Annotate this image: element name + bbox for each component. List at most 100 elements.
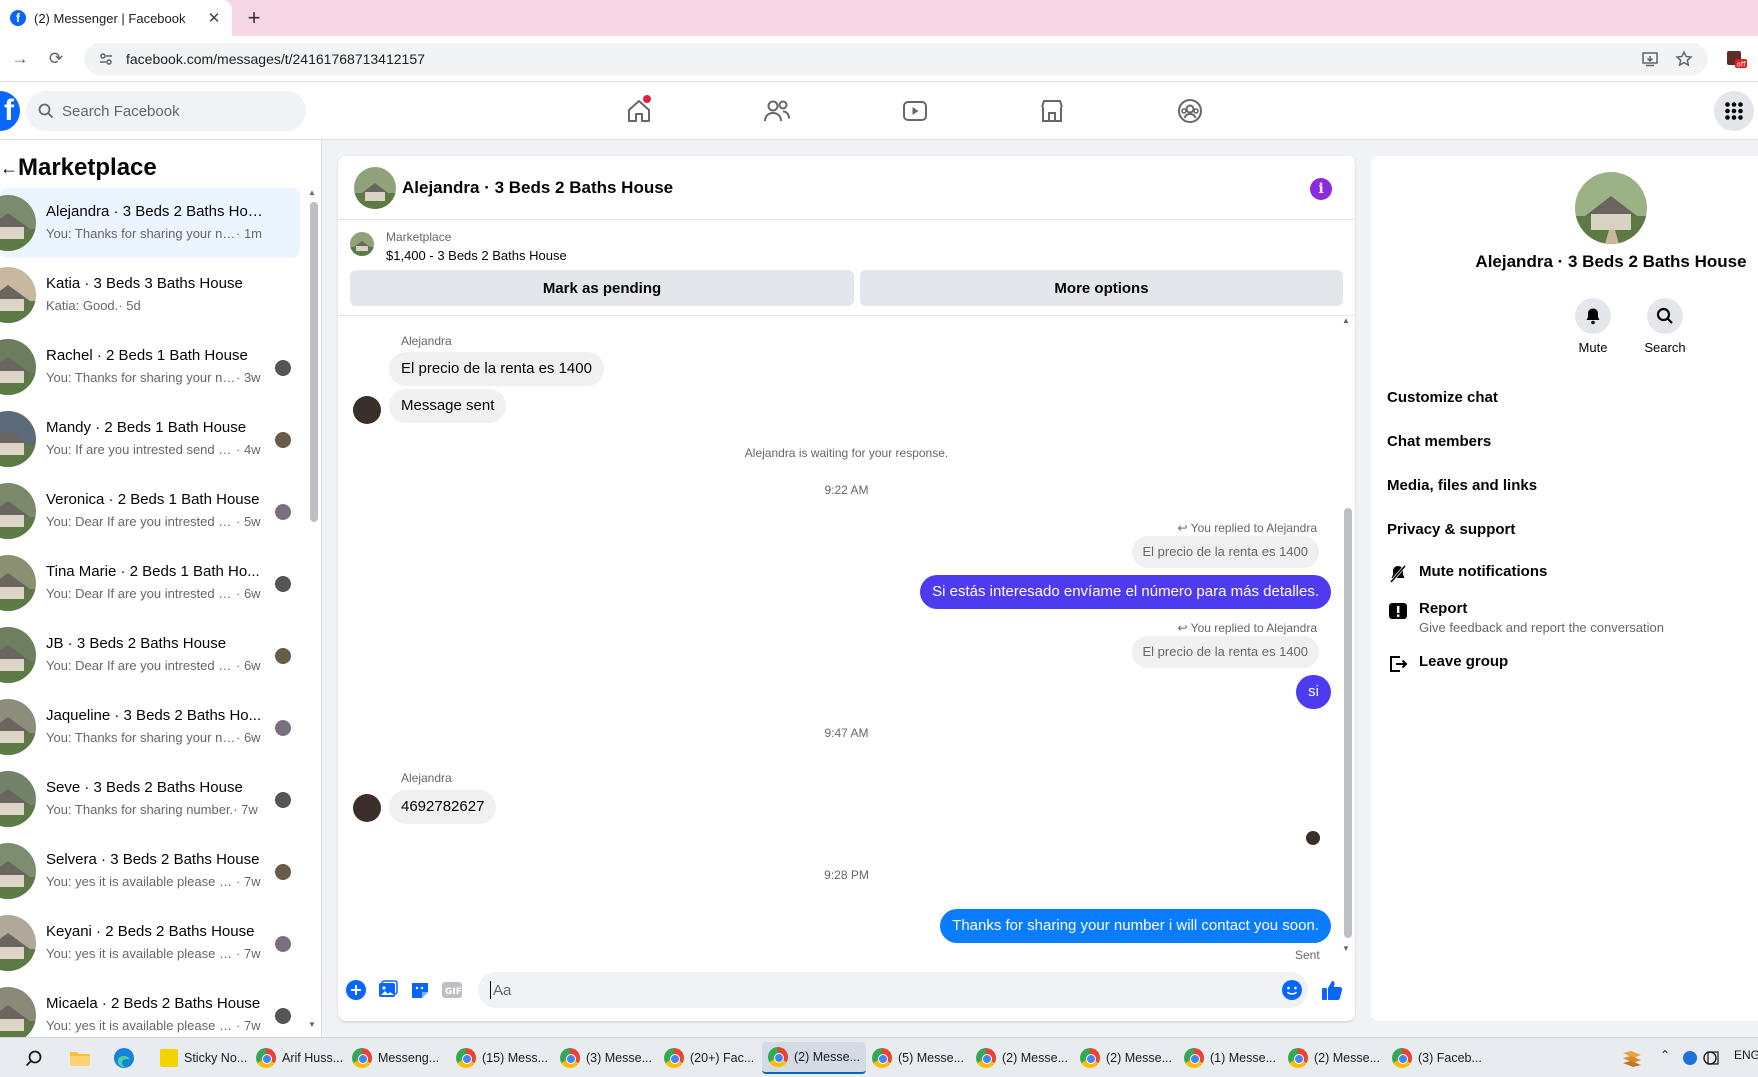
close-tab-icon[interactable]: ✕: [204, 8, 224, 28]
plus-icon[interactable]: [344, 978, 368, 1002]
mark-as-pending-button[interactable]: Mark as pending: [350, 270, 854, 306]
message-input[interactable]: Aa: [478, 972, 1308, 1008]
sticker-icon[interactable]: [408, 978, 432, 1002]
report-label: Report: [1419, 600, 1468, 617]
chat-avatar[interactable]: [354, 167, 396, 209]
facebook-logo-icon[interactable]: f: [0, 91, 20, 131]
input-language[interactable]: ENG: [1734, 1048, 1758, 1062]
scroll-down-arrow-icon[interactable]: ▼: [308, 1020, 316, 1029]
notification-dot: [643, 95, 651, 103]
mute-notifications-item[interactable]: Mute notifications: [1387, 563, 1547, 585]
chat-scrollbar[interactable]: [1344, 508, 1352, 938]
report-item[interactable]: Report Give feedback and report the conv…: [1387, 600, 1664, 635]
gif-icon[interactable]: GIF: [440, 978, 464, 1002]
chat-members-item[interactable]: Chat members: [1387, 433, 1491, 450]
chrome-window-taskbar-item[interactable]: (15) Mess...: [450, 1042, 554, 1074]
media-files-links-item[interactable]: Media, files and links: [1387, 477, 1537, 494]
chrome-window-taskbar-item[interactable]: Messeng...: [346, 1042, 445, 1074]
conversation-title: Rachel · 2 Beds 1 Bath House: [46, 347, 248, 364]
thumbs-up-icon[interactable]: [1320, 978, 1344, 1002]
sidebar-scrollbar[interactable]: [310, 202, 318, 522]
customize-chat-item[interactable]: Customize chat: [1387, 389, 1498, 406]
new-tab-button[interactable]: +: [242, 5, 266, 30]
url-field[interactable]: facebook.com/messages/t/2416176871341215…: [84, 43, 1708, 75]
scroll-up-arrow-icon[interactable]: ▲: [308, 188, 316, 197]
outgoing-message[interactable]: Thanks for sharing your number i will co…: [940, 909, 1331, 943]
install-app-icon[interactable]: [1638, 47, 1662, 71]
listing-price[interactable]: $1,400 - 3 Beds 2 Baths House: [386, 248, 567, 263]
home-icon[interactable]: [619, 91, 659, 131]
tray-display-icon[interactable]: [1706, 1046, 1720, 1070]
scroll-up-arrow-icon[interactable]: ▲: [1342, 316, 1350, 325]
forward-icon[interactable]: →: [8, 47, 32, 71]
sender-avatar[interactable]: [353, 794, 381, 822]
bookmark-star-icon[interactable]: [1672, 47, 1696, 71]
friends-icon[interactable]: [757, 91, 797, 131]
privacy-support-item[interactable]: Privacy & support: [1387, 521, 1515, 538]
chrome-window-taskbar-item[interactable]: (3) Messe...: [554, 1042, 658, 1074]
quoted-message[interactable]: El precio de la renta es 1400: [1131, 536, 1319, 568]
back-arrow-icon[interactable]: ←: [0, 158, 18, 179]
chrome-window-taskbar-item[interactable]: (3) Faceb...: [1386, 1042, 1488, 1074]
quoted-message[interactable]: El precio de la renta es 1400: [1131, 636, 1319, 668]
sticky-notes-taskbar-item[interactable]: Sticky No...: [154, 1042, 253, 1074]
scroll-down-arrow-icon[interactable]: ▼: [1342, 944, 1350, 953]
chat-title[interactable]: Alejandra · 3 Beds 2 Baths House: [402, 178, 673, 198]
conversation-thumbnail: [0, 771, 36, 827]
marketplace-icon[interactable]: [1032, 91, 1072, 131]
chrome-window-taskbar-item[interactable]: (1) Messe...: [1178, 1042, 1282, 1074]
file-explorer-icon[interactable]: [68, 1046, 92, 1070]
tray-chevron-icon[interactable]: ⌃: [1660, 1048, 1670, 1062]
browser-tab[interactable]: f (2) Messenger | Facebook ✕: [0, 0, 232, 36]
conversation-item[interactable]: Mandy · 2 Beds 1 Bath House You: If are y…: [0, 404, 300, 474]
conversation-item[interactable]: Keyani · 2 Beds 2 Baths House You: yes it…: [0, 908, 300, 978]
emoji-icon[interactable]: [1280, 978, 1304, 1002]
conversation-item[interactable]: JB · 3 Beds 2 Baths House You: Dear If ar…: [0, 620, 300, 690]
reload-icon[interactable]: ⟳: [44, 47, 68, 71]
info-icon[interactable]: i: [1310, 178, 1332, 200]
conversation-item[interactable]: Tina Marie · 2 Beds 1 Bath Ho... You: Dea…: [0, 548, 300, 618]
incoming-message[interactable]: El precio de la renta es 1400: [389, 352, 604, 386]
taskbar-search-icon[interactable]: [22, 1046, 46, 1070]
groups-icon[interactable]: [1170, 91, 1210, 131]
conversation-item[interactable]: Veronica · 2 Beds 1 Bath House You: Dear …: [0, 476, 300, 546]
chrome-window-taskbar-item[interactable]: (5) Messe...: [866, 1042, 970, 1074]
conversation-item[interactable]: Micaela · 2 Beds 2 Baths House You: yes i…: [0, 980, 300, 1037]
photo-icon[interactable]: [376, 978, 400, 1002]
conversation-item[interactable]: Seve · 3 Beds 2 Baths House You: Thanks f…: [0, 764, 300, 834]
search-facebook-input[interactable]: Search Facebook: [26, 91, 306, 131]
tray-app-icon[interactable]: [1620, 1046, 1644, 1070]
video-icon[interactable]: [895, 91, 935, 131]
conversation-item[interactable]: Rachel · 2 Beds 1 Bath House You: Thanks …: [0, 332, 300, 402]
conversation-title: Mandy · 2 Beds 1 Bath House: [46, 419, 247, 436]
outgoing-message[interactable]: Si estás interesado envíame el número pa…: [920, 575, 1331, 609]
chrome-window-taskbar-item[interactable]: (2) Messe...: [970, 1042, 1074, 1074]
leave-group-item[interactable]: Leave group: [1387, 653, 1508, 675]
chrome-icon: [352, 1048, 372, 1068]
conversation-item[interactable]: Katia · 3 Beds 3 Baths House Katia: Good.…: [0, 260, 300, 330]
listing-thumbnail[interactable]: [350, 232, 374, 256]
chrome-window-taskbar-item[interactable]: (2) Messe...: [762, 1042, 866, 1074]
extension-icon[interactable]: off: [1724, 47, 1748, 71]
edge-browser-icon[interactable]: [112, 1046, 136, 1070]
chrome-window-taskbar-item[interactable]: (2) Messe...: [1282, 1042, 1386, 1074]
incoming-message[interactable]: Message sent: [389, 389, 507, 423]
menu-grid-icon[interactable]: [1714, 91, 1754, 131]
windows-taskbar: Sticky No... Arif Huss... Messeng... (15) M…: [0, 1037, 1758, 1077]
mute-button[interactable]: Mute: [1558, 298, 1628, 355]
leave-group-label: Leave group: [1419, 653, 1509, 670]
incoming-message[interactable]: 4692782627: [389, 790, 497, 824]
more-options-button[interactable]: More options: [860, 270, 1343, 306]
chrome-window-taskbar-item[interactable]: (2) Messe...: [1074, 1042, 1178, 1074]
conversation-avatar[interactable]: [1575, 172, 1647, 244]
chrome-window-taskbar-item[interactable]: Arif Huss...: [250, 1042, 349, 1074]
conversation-item[interactable]: Jaqueline · 3 Beds 2 Baths Ho... You: Tha…: [0, 692, 300, 762]
conversation-item[interactable]: Alejandra · 3 Beds 2 Baths House You: Tha…: [0, 188, 300, 258]
site-info-icon[interactable]: [98, 51, 114, 67]
outgoing-message[interactable]: si: [1296, 675, 1331, 709]
conversation-item[interactable]: Selvera · 3 Beds 2 Baths House You: yes i…: [0, 836, 300, 906]
conversation-title: Veronica · 2 Beds 1 Bath House: [46, 491, 260, 508]
chrome-window-taskbar-item[interactable]: (20+) Fac...: [658, 1042, 760, 1074]
sender-avatar[interactable]: [353, 396, 381, 424]
search-in-conversation-button[interactable]: Search: [1630, 298, 1700, 355]
